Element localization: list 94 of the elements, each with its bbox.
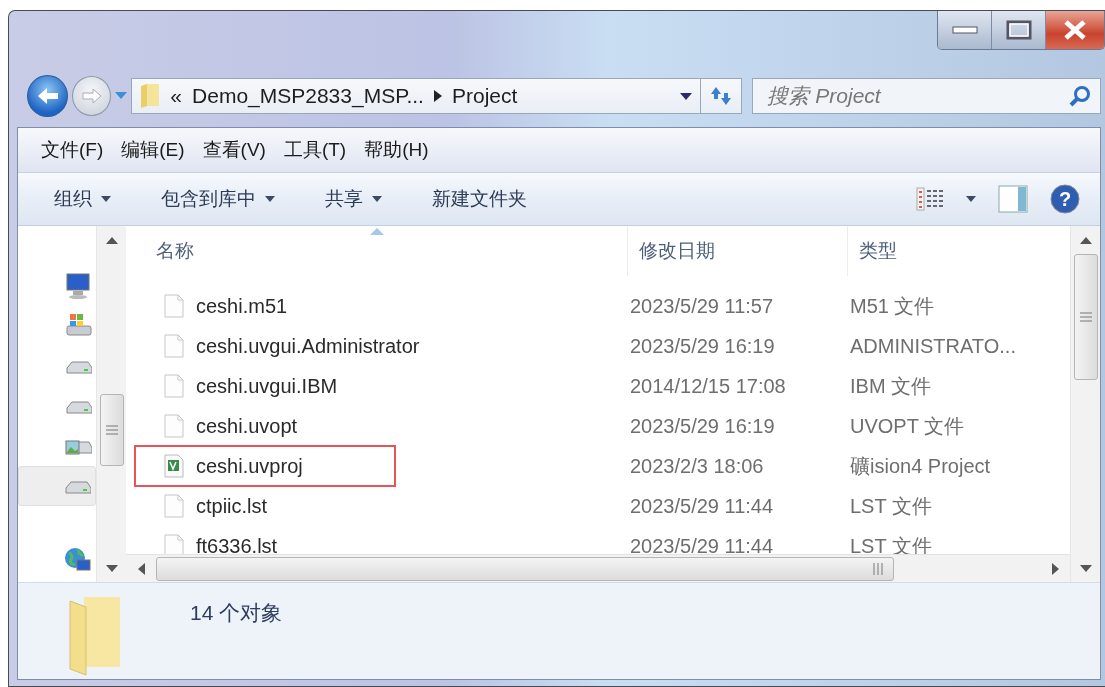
- modified-date: 2023/5/29 11:44: [629, 534, 775, 554]
- computer-icon[interactable]: [66, 273, 90, 299]
- file-type: 礦ision4 Project: [849, 453, 992, 479]
- menu-item[interactable]: 帮助(H): [357, 133, 436, 167]
- file-type: IBM 文件: [849, 373, 933, 399]
- right-triangle-icon: [1051, 562, 1059, 575]
- file-name: ceshi.m51: [196, 294, 288, 318]
- modified-date: 2023/2/3 18:06: [629, 454, 765, 478]
- file-icon: [164, 374, 184, 398]
- down-triangle-icon: [1079, 564, 1092, 572]
- scrollbar-thumb[interactable]: [156, 556, 894, 581]
- file-icon: [164, 334, 184, 358]
- file-icon: [164, 294, 184, 318]
- file-name-cell[interactable]: ctpiic.lst: [134, 485, 396, 527]
- picture-drive-icon[interactable]: [65, 440, 92, 455]
- file-name: ceshi.uvproj: [196, 454, 303, 478]
- close-icon: [1062, 19, 1088, 41]
- address-dropdown-caret-icon[interactable]: [680, 92, 693, 100]
- sort-arrow-icon: [369, 228, 384, 235]
- view-caret-icon[interactable]: [966, 196, 976, 202]
- file-name-cell[interactable]: ceshi.uvopt: [134, 405, 396, 447]
- network-globe-icon[interactable]: [65, 548, 91, 571]
- close-button[interactable]: [1046, 11, 1104, 49]
- search-field[interactable]: 搜索 Project: [752, 78, 1101, 114]
- forward-button[interactable]: [72, 76, 112, 116]
- modified-date: 2014/12/15 17:08: [629, 374, 787, 398]
- file-name: ctpiic.lst: [196, 494, 268, 518]
- horizontal-scrollbar[interactable]: [126, 554, 1070, 582]
- file-type: UVOPT 文件: [849, 413, 966, 439]
- item-count: 14 个对象: [190, 600, 283, 626]
- toolbar-button[interactable]: 新建文件夹: [424, 180, 535, 218]
- view-options-icon[interactable]: [916, 187, 944, 211]
- modified-date: 2023/5/29 11:44: [629, 494, 775, 518]
- drive-icon[interactable]: [65, 481, 91, 494]
- file-name-cell[interactable]: ceshi.m51: [134, 285, 396, 327]
- toolbar-button[interactable]: 包含到库中: [153, 180, 283, 218]
- preview-pane-icon[interactable]: [998, 185, 1028, 213]
- modified-date: 2023/5/29 16:19: [629, 414, 776, 438]
- right-arrow-icon: [80, 87, 103, 105]
- minimize-button[interactable]: [938, 11, 992, 49]
- file-name: ceshi.uvgui.Administrator: [196, 334, 420, 358]
- overflow-chevron[interactable]: «: [170, 84, 183, 108]
- menu-item[interactable]: 编辑(E): [114, 133, 192, 167]
- file-type: LST 文件: [849, 493, 933, 519]
- file-icon: [164, 534, 184, 554]
- windows-drive-icon[interactable]: [66, 314, 92, 336]
- file-icon: [164, 494, 184, 518]
- menu-item[interactable]: 查看(V): [195, 133, 273, 167]
- down-triangle-icon: [105, 564, 118, 572]
- file-type: M51 文件: [849, 293, 936, 319]
- search-icon[interactable]: [1069, 85, 1091, 107]
- drive-icon[interactable]: [66, 401, 92, 414]
- scrollbar-thumb[interactable]: [1073, 254, 1098, 380]
- file-name-cell[interactable]: ft6336.lst: [134, 525, 396, 554]
- maximize-button[interactable]: [992, 11, 1046, 49]
- help-icon[interactable]: ?: [1050, 184, 1080, 214]
- caret-icon: [372, 196, 382, 202]
- breadcrumb-item[interactable]: Project: [451, 84, 518, 108]
- caret-icon: [101, 196, 111, 202]
- file-name-cell[interactable]: ceshi.uvgui.IBM: [134, 365, 396, 407]
- file-name: ceshi.uvgui.IBM: [196, 374, 338, 398]
- modified-date: 2023/5/29 16:19: [629, 334, 776, 358]
- project-file-icon: [164, 454, 184, 478]
- history-caret-icon[interactable]: [115, 92, 128, 100]
- refresh-button[interactable]: [701, 78, 743, 114]
- file-type: ADMINISTRATO...: [849, 334, 1017, 358]
- left-triangle-icon: [137, 562, 145, 575]
- column-header[interactable]: 类型: [848, 226, 1066, 276]
- up-triangle-icon: [105, 236, 118, 244]
- caret-icon: [265, 196, 275, 202]
- toolbar-button[interactable]: 组织: [46, 180, 119, 218]
- back-button[interactable]: [27, 75, 69, 117]
- maximize-icon: [1005, 20, 1032, 40]
- breadcrumb-item[interactable]: Demo_MSP2833_MSP...: [192, 84, 424, 108]
- folder-icon: [140, 83, 161, 109]
- modified-date: 2023/5/29 11:57: [629, 294, 775, 318]
- column-header[interactable]: 修改日期: [628, 226, 848, 276]
- menu-item[interactable]: 文件(F): [34, 133, 111, 167]
- file-name: ft6336.lst: [196, 534, 278, 554]
- minimize-icon: [951, 26, 978, 34]
- highlight-frame[interactable]: ceshi.uvproj: [134, 445, 396, 487]
- file-name-cell[interactable]: ceshi.uvgui.Administrator: [134, 325, 422, 367]
- address-bar[interactable]: « Demo_MSP2833_MSP... Project: [131, 78, 702, 114]
- menu-item[interactable]: 工具(T): [276, 133, 354, 167]
- scrollbar-thumb[interactable]: [99, 394, 124, 466]
- breadcrumb-separator-icon[interactable]: [433, 90, 442, 102]
- column-header[interactable]: 名称: [126, 226, 628, 276]
- up-triangle-icon: [1079, 236, 1092, 244]
- file-name: ceshi.uvopt: [196, 414, 298, 438]
- scrollbar[interactable]: [96, 226, 126, 582]
- toolbar-button[interactable]: 共享: [317, 180, 390, 218]
- file-icon: [164, 414, 184, 438]
- drive-icon[interactable]: [66, 361, 92, 374]
- scrollbar[interactable]: [1070, 226, 1100, 582]
